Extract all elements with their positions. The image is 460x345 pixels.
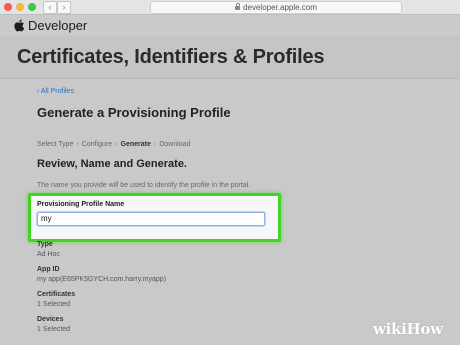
step-separator: › — [76, 141, 79, 148]
profile-name-highlight: Provisioning Profile Name — [28, 193, 281, 242]
watermark-wiki: wiki — [373, 320, 407, 338]
apple-logo-icon[interactable] — [13, 19, 25, 32]
certificates-value: 1 Selected — [37, 301, 71, 308]
profile-name-input[interactable] — [37, 212, 265, 226]
devices-value: 1 Selected — [37, 326, 71, 333]
step-download: Download — [159, 141, 191, 148]
step-select-type: Select Type — [37, 141, 74, 148]
profile-name-label: Provisioning Profile Name — [37, 201, 125, 208]
certificates-label: Certificates — [37, 291, 76, 298]
step-generate: Generate — [120, 141, 151, 148]
page-title: Generate a Provisioning Profile — [37, 105, 231, 120]
step-separator: › — [115, 141, 118, 148]
address-bar[interactable]: developer.apple.com — [150, 1, 402, 14]
page-heading: Certificates, Identifiers & Profiles — [17, 46, 325, 68]
lock-icon — [235, 3, 241, 10]
forward-button[interactable]: › — [57, 1, 71, 14]
section-title: Review, Name and Generate. — [37, 158, 187, 170]
watermark-how: How — [406, 320, 444, 338]
minimize-window-button[interactable] — [16, 3, 24, 11]
developer-nav: Developer — [0, 15, 460, 36]
chevron-left-icon: ‹ — [48, 2, 52, 12]
step-configure: Configure — [81, 141, 113, 148]
type-label: Type — [37, 241, 53, 248]
wikihow-watermark: wikiHow — [373, 320, 443, 338]
developer-brand[interactable]: Developer — [28, 18, 87, 33]
chevron-right-icon: › — [62, 2, 66, 12]
hint-text: The name you provide will be used to ide… — [37, 182, 251, 189]
devices-label: Devices — [37, 316, 64, 323]
main-content: ‹ All Profiles Generate a Provisioning P… — [0, 79, 460, 345]
browser-toolbar: ‹ › developer.apple.com — [0, 0, 460, 15]
close-window-button[interactable] — [4, 3, 12, 11]
type-value: Ad Hoc — [37, 251, 60, 258]
section-header: Certificates, Identifiers & Profiles — [0, 36, 460, 79]
app-id-value: my app(E65PK5GYCH.com.harry.myapp) — [37, 276, 167, 283]
step-breadcrumb: Select Type › Configure › Generate › Download — [37, 141, 190, 148]
back-button[interactable]: ‹ — [43, 1, 57, 14]
zoom-window-button[interactable] — [28, 3, 36, 11]
app-id-label: App ID — [37, 266, 60, 273]
all-profiles-link[interactable]: ‹ All Profiles — [37, 88, 74, 95]
url-text: developer.apple.com — [243, 3, 317, 12]
step-separator: › — [153, 141, 157, 148]
